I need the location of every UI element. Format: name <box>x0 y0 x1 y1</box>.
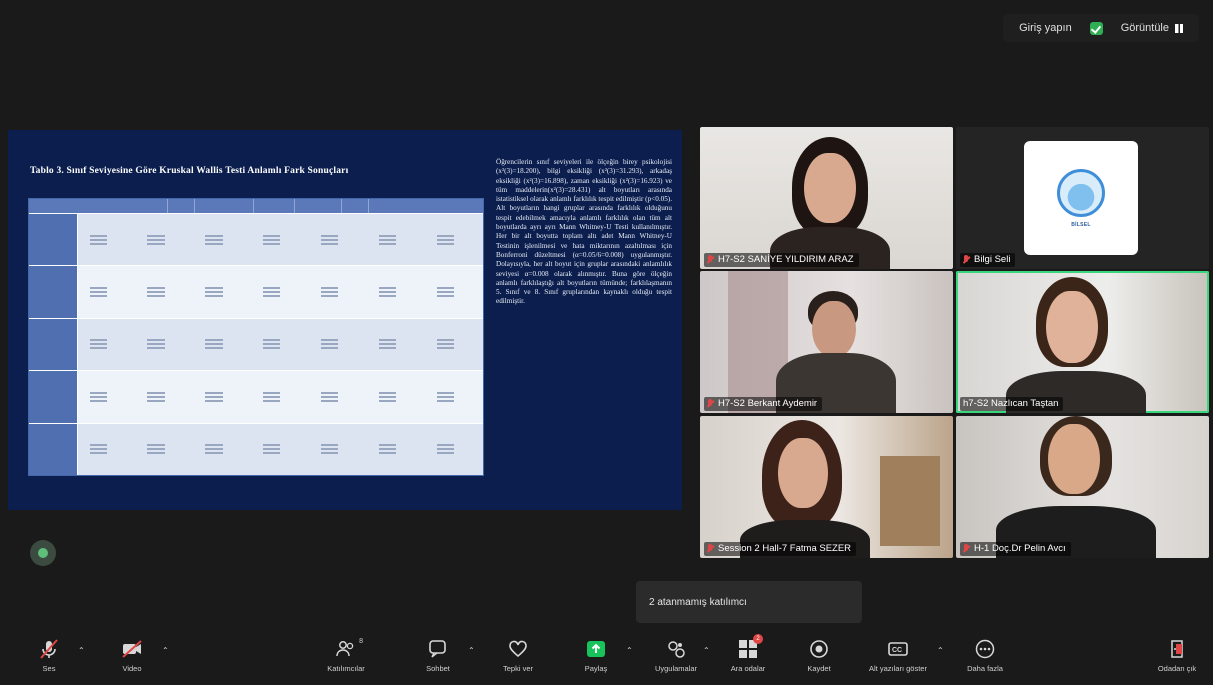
svg-text:CC: CC <box>892 647 902 654</box>
table-row <box>29 422 483 476</box>
video-tile-active-speaker[interactable]: h7-S2 Nazlıcan Taştan <box>956 271 1209 413</box>
login-link[interactable]: Giriş yapın <box>1011 22 1080 34</box>
video-options-chevron-icon[interactable]: ⌃ <box>162 646 169 655</box>
participant-name-tag: h7-S2 Nazlıcan Taştan <box>960 397 1064 411</box>
record-icon <box>808 638 830 660</box>
captions-button[interactable]: CC Alt yazıları göster <box>862 638 934 673</box>
share-screen-button[interactable]: Paylaş <box>560 638 632 673</box>
share-options-chevron-icon[interactable]: ⌃ <box>626 646 633 655</box>
video-tile[interactable]: H7-S2 SANİYE YILDIRIM ARAZ <box>700 127 953 269</box>
muted-mic-icon <box>38 638 60 660</box>
unassigned-participants-tooltip[interactable]: 2 atanmamış katılımcı <box>636 581 862 623</box>
heart-icon <box>507 638 529 660</box>
view-button[interactable]: Görüntüle <box>1113 22 1191 34</box>
bilgi-seli-logo: BİLSEL <box>1024 141 1138 255</box>
participant-name-tag: Bilgi Seli <box>960 253 1016 267</box>
captions-options-chevron-icon[interactable]: ⌃ <box>937 646 944 655</box>
video-tile[interactable]: Session 2 Hall-7 Fatma SEZER <box>700 416 953 558</box>
participants-button[interactable]: 8 Katılımcılar <box>310 638 382 673</box>
participant-name-tag: Session 2 Hall-7 Fatma SEZER <box>704 542 857 556</box>
floating-audio-icon[interactable] <box>30 540 56 566</box>
mute-button[interactable]: Ses <box>13 638 85 673</box>
apps-icon <box>665 638 687 660</box>
more-dots-icon <box>974 638 996 660</box>
slide-table <box>28 198 484 476</box>
breakout-badge: 2 <box>753 634 763 644</box>
video-tile[interactable]: H-1 Doç.Dr Pelin Avcı <box>956 416 1209 558</box>
mute-options-chevron-icon[interactable]: ⌃ <box>78 646 85 655</box>
more-button[interactable]: Daha fazla <box>949 638 1021 673</box>
view-grid-icon <box>1175 23 1183 33</box>
apps-options-chevron-icon[interactable]: ⌃ <box>703 646 710 655</box>
security-shield-icon[interactable] <box>1089 21 1103 35</box>
muted-mic-icon <box>963 544 970 554</box>
leave-door-icon <box>1166 638 1188 660</box>
top-status-bar: Giriş yapın Görüntüle <box>1003 14 1199 42</box>
closed-captions-icon: CC <box>887 638 909 660</box>
chat-options-chevron-icon[interactable]: ⌃ <box>468 646 475 655</box>
table-row <box>29 265 483 318</box>
breakout-rooms-button[interactable]: 2 Ara odalar <box>712 634 784 673</box>
muted-mic-icon <box>963 255 970 265</box>
video-tile[interactable]: BİLSEL Bilgi Seli <box>956 127 1209 269</box>
chat-button[interactable]: Sohbet <box>402 638 474 673</box>
participant-name-tag: H7-S2 Berkant Aydemir <box>704 397 823 411</box>
slide-title: Tablo 3. Sınıf Seviyesine Göre Kruskal W… <box>30 166 349 176</box>
view-label: Görüntüle <box>1120 22 1169 34</box>
muted-mic-icon <box>707 544 714 554</box>
table-row <box>29 213 483 266</box>
chat-icon <box>427 638 449 660</box>
shared-screen: Tablo 3. Sınıf Seviyesine Göre Kruskal W… <box>8 130 682 510</box>
video-tile[interactable]: H7-S2 Berkant Aydemir <box>700 271 953 413</box>
slide-paragraph: Öğrencilerin sınıf seviyeleri ile ölçeği… <box>496 158 672 306</box>
muted-mic-icon <box>707 255 714 265</box>
slide-table-header <box>29 199 483 213</box>
participants-icon: 8 <box>335 638 363 660</box>
react-button[interactable]: Tepki ver <box>482 638 554 673</box>
table-row <box>29 317 483 371</box>
share-arrow-icon <box>585 638 607 660</box>
muted-mic-icon <box>707 399 714 409</box>
login-label: Giriş yapın <box>1019 22 1072 34</box>
breakout-rooms-icon: 2 <box>737 634 763 660</box>
leave-room-button[interactable]: Odadan çık <box>1141 638 1213 673</box>
meeting-toolbar: Ses ⌃ Video ⌃ 8 Katılımcılar Sohbet ⌃ Te… <box>0 632 1213 685</box>
record-button[interactable]: Kaydet <box>783 638 855 673</box>
video-off-icon <box>121 638 143 660</box>
video-button[interactable]: Video <box>96 638 168 673</box>
participant-name-tag: H-1 Doç.Dr Pelin Avcı <box>960 542 1071 556</box>
table-row <box>29 370 483 423</box>
apps-button[interactable]: Uygulamalar <box>640 638 712 673</box>
participant-name-tag: H7-S2 SANİYE YILDIRIM ARAZ <box>704 253 859 267</box>
